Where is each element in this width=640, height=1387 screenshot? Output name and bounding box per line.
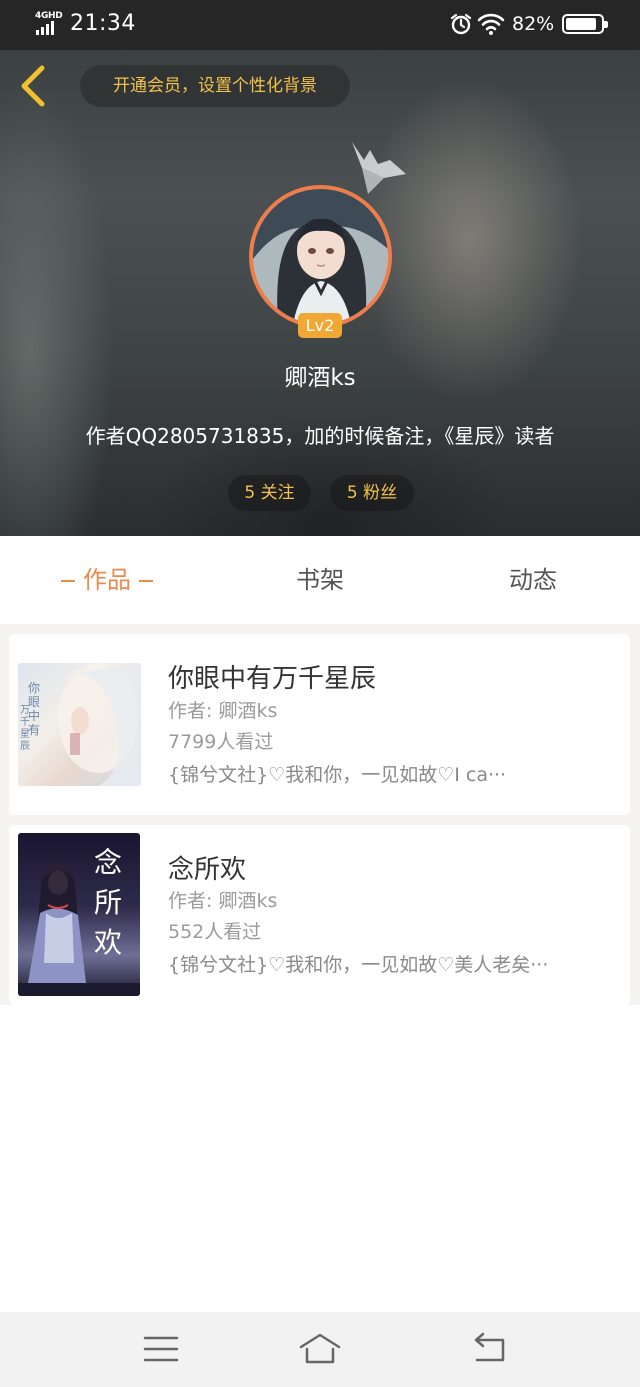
profile-bio: 作者QQ2805731835，加的时候备注，《星辰》读者: [85, 424, 555, 448]
avatar[interactable]: [249, 185, 392, 328]
tab-activity[interactable]: 动态: [455, 536, 611, 624]
cover-title-calligraphy: 念所欢: [94, 846, 123, 959]
status-bar: 4GHD 21:34 82%: [0, 0, 640, 50]
battery-percentage: 82%: [512, 13, 555, 35]
alarm-icon: [450, 13, 472, 35]
book-title: 你眼中有万千星辰: [168, 664, 377, 694]
book-cover: 念所欢: [18, 833, 140, 996]
book-description: {锦兮文社}♡我和你，一见如故♡美人老矣···: [168, 954, 549, 976]
book-cover: 你 眼 中 有 万 千 星 辰: [18, 663, 141, 786]
tab-works-label: 作品: [83, 566, 131, 594]
book-author: 作者: 卿酒ks: [168, 890, 278, 912]
chevron-left-icon: [21, 65, 45, 107]
cellular-signal-icon: 4GHD: [35, 11, 63, 35]
book-description: {锦兮文社}♡我和你，一见如故♡I ca···: [168, 764, 507, 786]
clock: 21:34: [70, 11, 136, 36]
network-type: 4GHD: [35, 11, 63, 21]
tab-active-indicator: [139, 580, 153, 582]
book-author: 作者: 卿酒ks: [168, 700, 278, 722]
book-card[interactable]: 你 眼 中 有 万 千 星 辰 你眼中有万千星辰 作者: 卿酒ks 7799人看…: [9, 634, 630, 815]
book-views: 552人看过: [168, 921, 262, 943]
cover-title-col-2: 万 千 星 辰: [20, 705, 30, 752]
back-button[interactable]: [14, 64, 54, 108]
back-navigation-icon[interactable]: [467, 1330, 511, 1368]
username: 卿酒ks: [284, 365, 356, 391]
book-card[interactable]: 念所欢 念所欢 作者: 卿酒ks 552人看过 {锦兮文社}♡我和你，一见如故♡…: [9, 825, 630, 1005]
tab-active-indicator: [61, 580, 75, 582]
fans-count-button[interactable]: 5 粉丝: [330, 475, 414, 511]
vip-background-banner[interactable]: 开通会员，设置个性化背景: [80, 65, 350, 107]
book-title: 念所欢: [168, 855, 247, 885]
book-views: 7799人看过: [168, 731, 274, 753]
level-badge: Lv2: [298, 313, 342, 338]
tab-bookshelf[interactable]: 书架: [240, 536, 400, 624]
following-count-button[interactable]: 5 关注: [228, 475, 311, 511]
profile-tabs: 作品 书架 动态: [0, 536, 640, 624]
menu-icon[interactable]: [139, 1330, 183, 1368]
wifi-icon: [477, 13, 505, 35]
tab-works[interactable]: 作品: [30, 536, 184, 624]
system-navigation-bar: [0, 1312, 640, 1387]
battery-icon: [562, 14, 608, 34]
home-icon[interactable]: [298, 1330, 342, 1368]
profile-header: 开通会员，设置个性化背景 Lv2 卿酒ks 作者QQ2805731835，加的时…: [0, 50, 640, 536]
